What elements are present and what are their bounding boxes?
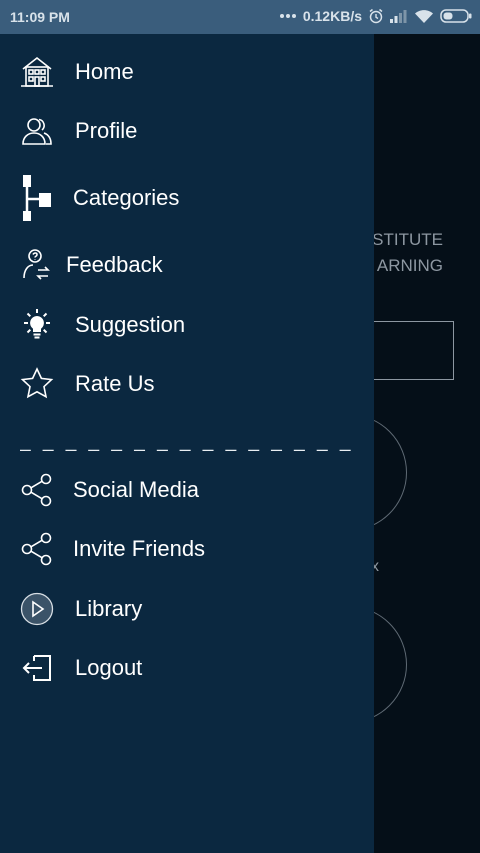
network-speed: 0.12KB/s (302, 8, 362, 24)
menu-label-profile: Profile (75, 118, 138, 143)
star-icon (18, 365, 56, 403)
menu-item-social-media[interactable]: Social Media (0, 464, 374, 516)
lightbulb-icon (18, 306, 56, 344)
menu-item-profile[interactable]: Profile (0, 105, 374, 157)
menu-label-invite-friends: Invite Friends (73, 536, 206, 561)
navigation-drawer: Home Profile Categories Feedback Suggest… (0, 34, 374, 853)
menu-label-library: Library (75, 596, 143, 621)
menu-item-home[interactable]: Home (0, 46, 374, 98)
battery-icon (440, 9, 472, 23)
menu-label-feedback: Feedback (66, 252, 163, 277)
status-icons: 0.12KB/s (279, 8, 472, 24)
wifi-icon (414, 9, 434, 24)
share-icon (18, 471, 56, 509)
menu-item-invite-friends[interactable]: Invite Friends (0, 523, 374, 575)
menu-label-social-media: Social Media (73, 477, 199, 502)
dots-icon (279, 13, 297, 19)
menu-label-rate-us: Rate Us (75, 371, 155, 396)
logout-icon (18, 649, 56, 687)
status-bar: 11:09 PM 0.12KB/s (0, 0, 480, 34)
menu-item-logout[interactable]: Logout (0, 642, 374, 694)
menu-label-logout: Logout (75, 655, 143, 680)
play-circle-icon (18, 590, 56, 628)
feedback-icon (18, 246, 56, 284)
menu-item-categories[interactable]: Categories (0, 172, 374, 224)
categories-icon (18, 172, 56, 224)
alarm-icon (368, 8, 384, 24)
menu-item-library[interactable]: Library (0, 583, 374, 635)
menu-divider: _ _ _ _ _ _ _ _ _ _ _ _ _ _ _ _ _ (20, 431, 355, 452)
screen: 11:09 PM 0.12KB/s STITUTE ARNING x Home … (0, 0, 480, 853)
menu-item-rate-us[interactable]: Rate Us (0, 358, 374, 410)
menu-item-suggestion[interactable]: Suggestion (0, 299, 374, 351)
status-time: 11:09 PM (10, 9, 70, 25)
menu-label-home: Home (75, 59, 134, 84)
menu-item-feedback[interactable]: Feedback (0, 239, 374, 291)
signal-icon (390, 9, 408, 23)
profile-icon (18, 112, 56, 150)
menu-label-categories: Categories (73, 185, 180, 210)
menu-label-suggestion: Suggestion (75, 312, 186, 337)
home-icon (18, 53, 56, 91)
share-icon (18, 530, 56, 568)
